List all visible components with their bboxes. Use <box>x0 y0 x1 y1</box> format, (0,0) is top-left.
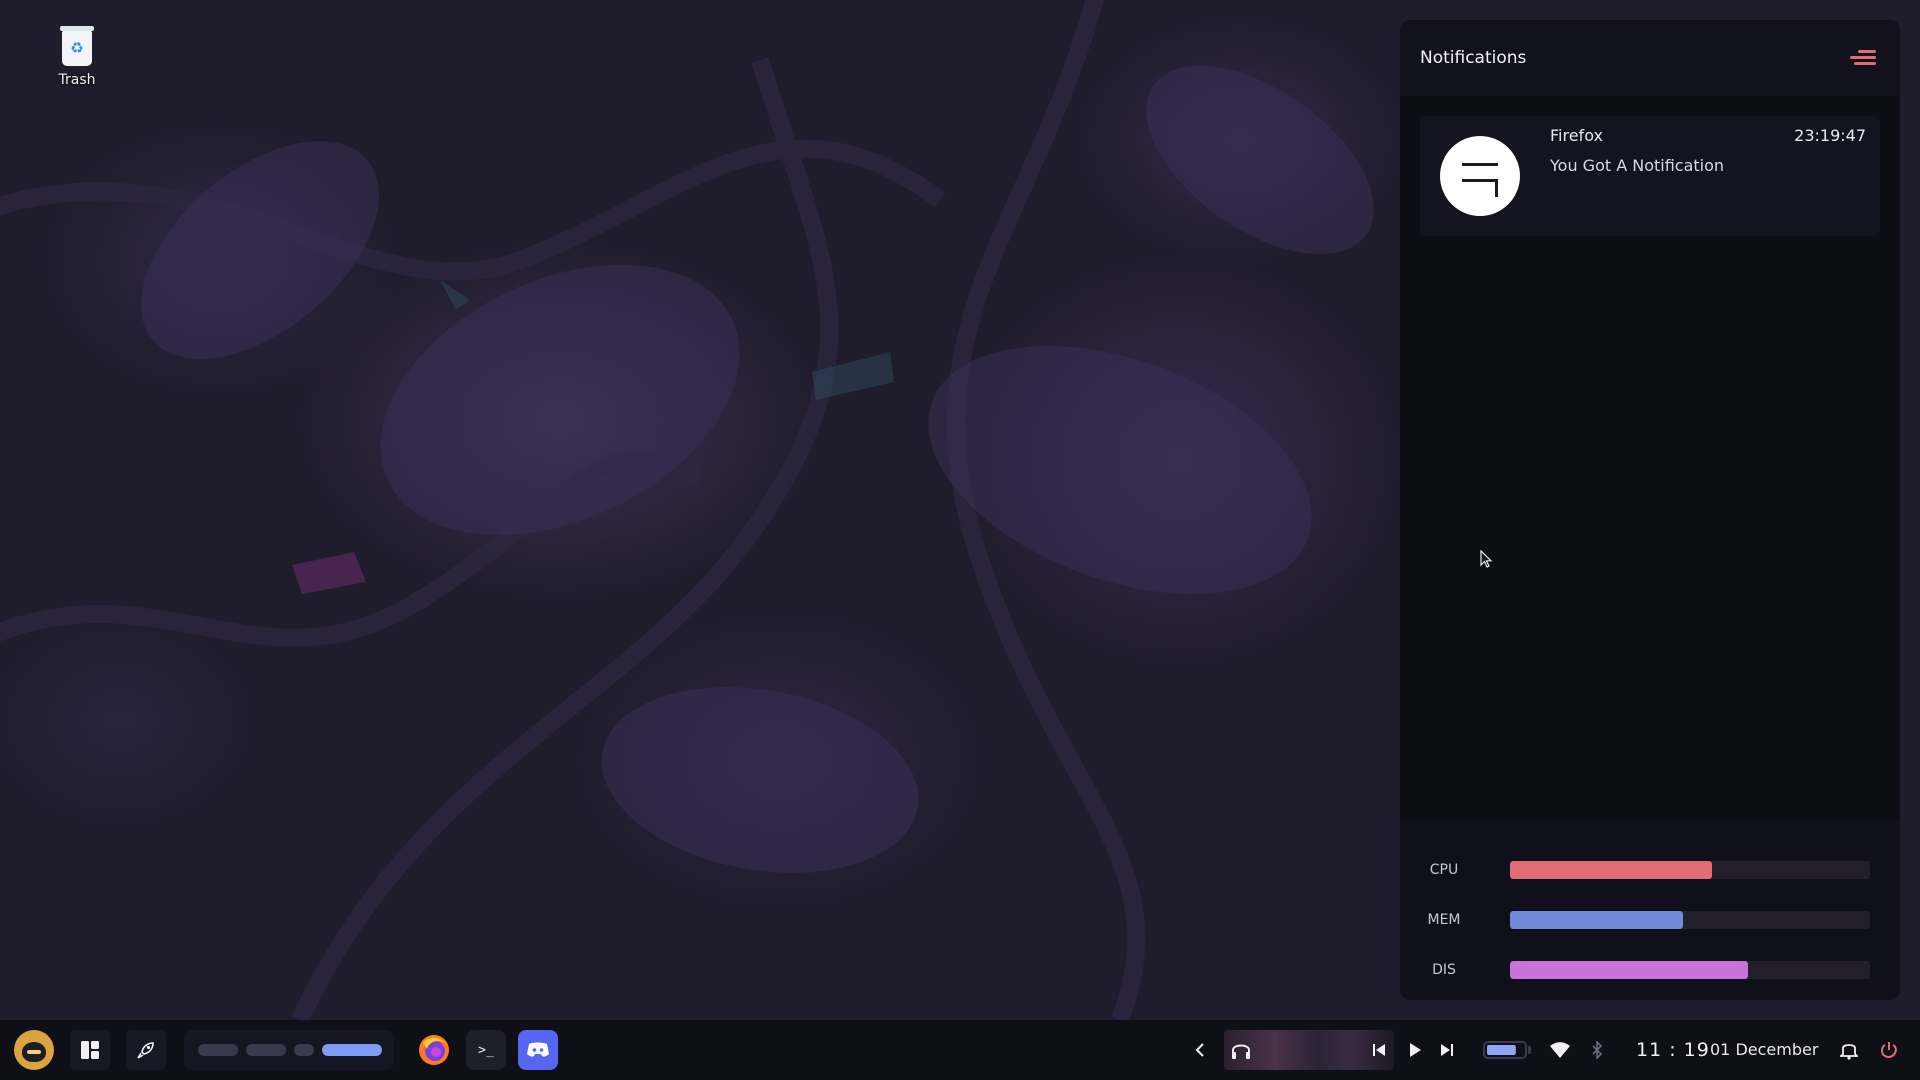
notification-header: Notifications <box>1400 20 1900 96</box>
media-player[interactable] <box>1224 1030 1394 1070</box>
stat-row-mem: MEM <box>1400 910 1900 930</box>
workspace-1[interactable] <box>198 1044 238 1056</box>
bell-icon[interactable] <box>1836 1030 1862 1070</box>
stat-label: CPU <box>1429 862 1459 878</box>
date[interactable]: 01 December <box>1710 1030 1818 1070</box>
stat-track <box>1510 961 1870 979</box>
notification-card[interactable]: Firefox 23:19:47 You Got A Notification <box>1420 116 1880 236</box>
notification-time: 23:19:47 <box>1794 126 1866 145</box>
bluetooth-icon[interactable] <box>1586 1030 1608 1070</box>
mem-bar-fill <box>1510 911 1683 929</box>
stat-label: DIS <box>1432 962 1456 978</box>
workspace-3[interactable] <box>294 1044 314 1056</box>
notification-app-name: Firefox <box>1550 126 1603 145</box>
desktop-icon-label: Trash <box>58 72 96 88</box>
terminal-glyph: >_ <box>478 1042 494 1058</box>
desktop-icon-trash[interactable]: ♻ Trash <box>44 26 110 88</box>
battery-icon[interactable] <box>1482 1030 1534 1070</box>
workspace-switcher <box>184 1030 394 1070</box>
previous-icon[interactable] <box>1372 1042 1386 1062</box>
notification-body: You Got A Notification <box>1550 156 1725 175</box>
stat-label: MEM <box>1427 912 1461 928</box>
play-icon[interactable] <box>1404 1030 1426 1070</box>
clock[interactable]: 11 : 19 <box>1636 1030 1710 1070</box>
stat-track <box>1510 861 1870 879</box>
layout-grid-icon[interactable] <box>70 1030 110 1070</box>
wifi-icon[interactable] <box>1546 1030 1574 1070</box>
disk-bar-fill <box>1510 961 1748 979</box>
system-stats: CPU MEM DIS <box>1400 820 1900 1000</box>
cpu-bar-fill <box>1510 861 1712 879</box>
clear-all-icon[interactable] <box>1850 49 1876 67</box>
headphones-icon <box>1230 1040 1252 1064</box>
next-icon[interactable] <box>1436 1030 1458 1070</box>
stat-track <box>1510 911 1870 929</box>
stat-row-cpu: CPU <box>1400 860 1900 880</box>
power-icon[interactable] <box>1876 1030 1902 1070</box>
panel-title: Notifications <box>1420 48 1527 68</box>
notification-center: Notifications Firefox 23:19:47 You Got A… <box>1400 20 1900 1000</box>
rocket-icon[interactable] <box>126 1030 166 1070</box>
workspace-4-active[interactable] <box>322 1044 382 1056</box>
trash-icon: ♻ <box>60 26 94 66</box>
chevron-left-icon[interactable] <box>1186 1030 1214 1070</box>
firefox-icon[interactable] <box>414 1030 454 1070</box>
mouse-cursor-icon <box>1480 550 1493 568</box>
user-avatar[interactable] <box>14 1030 54 1070</box>
stat-row-disk: DIS <box>1400 960 1900 980</box>
workspace-2[interactable] <box>246 1044 286 1056</box>
app-logo-icon <box>1440 136 1520 216</box>
terminal-icon[interactable]: >_ <box>466 1030 506 1070</box>
taskbar: >_ 11: 19 01 December <box>0 1020 1920 1080</box>
discord-icon[interactable] <box>518 1030 558 1070</box>
